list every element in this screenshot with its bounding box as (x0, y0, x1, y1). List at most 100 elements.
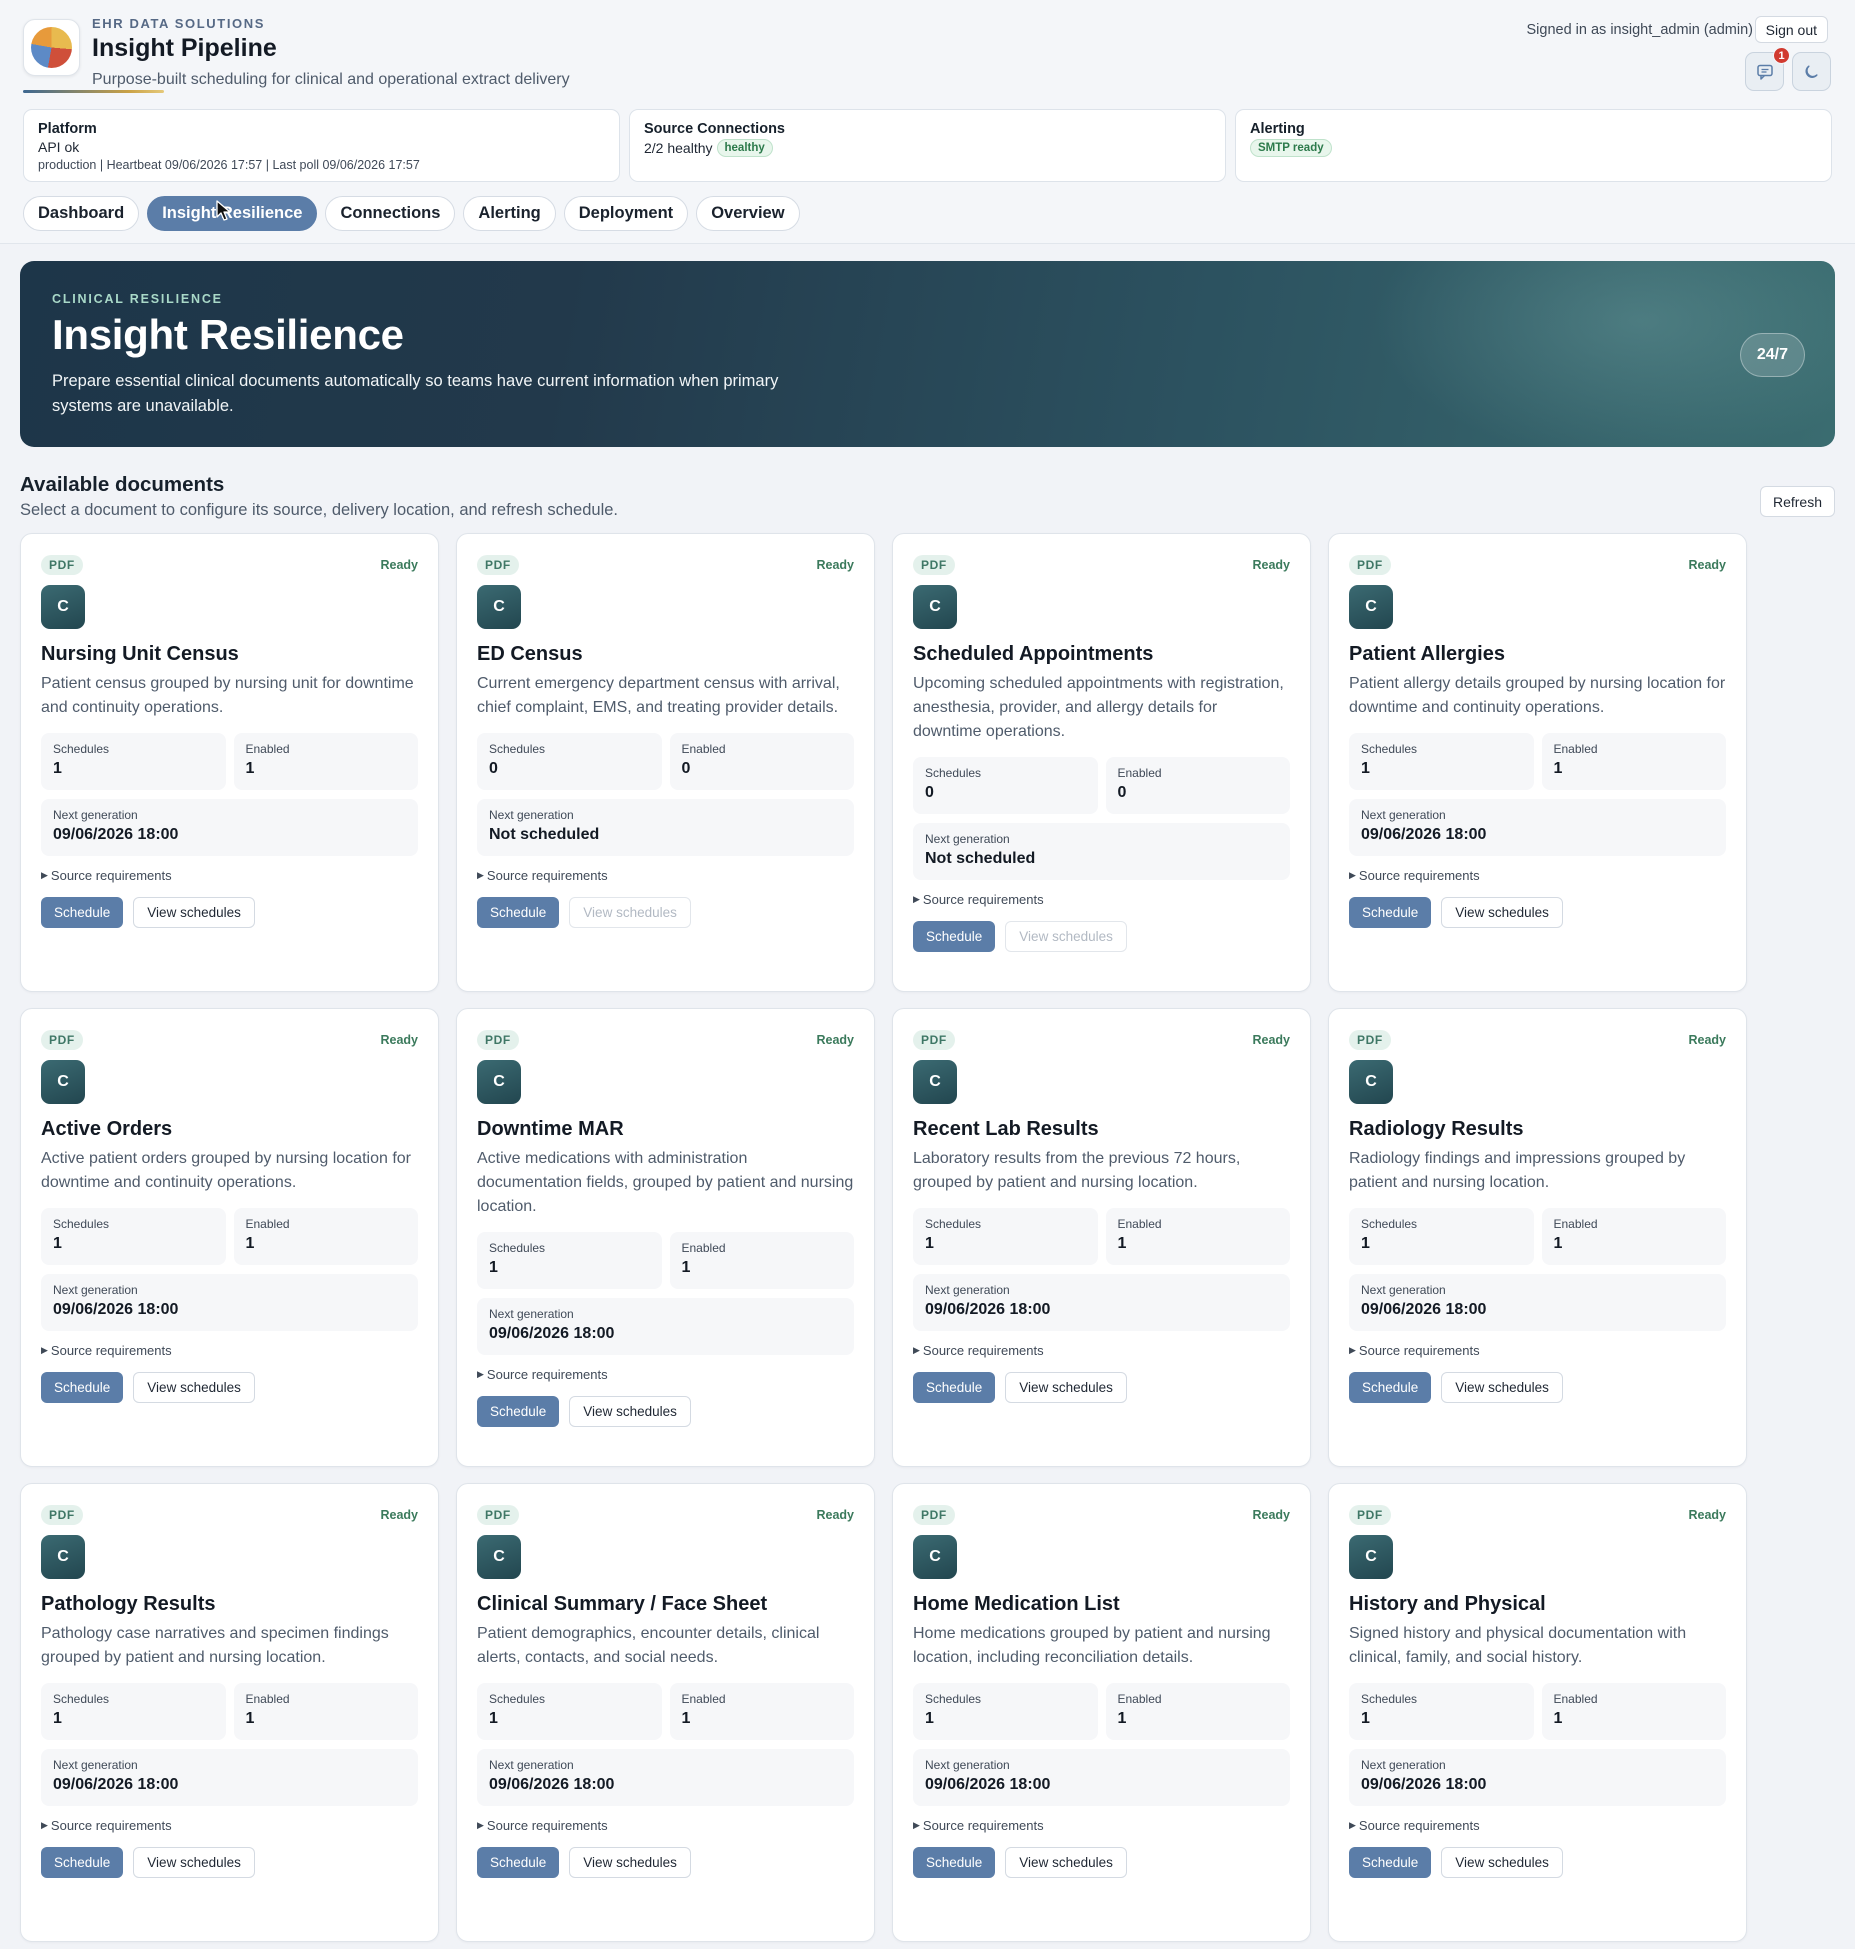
card-header: PDF Ready (477, 1504, 854, 1526)
view-schedules-button[interactable]: View schedules (569, 1396, 691, 1427)
status-label: Ready (816, 1033, 854, 1047)
schedule-button[interactable]: Schedule (41, 1847, 124, 1878)
schedule-button[interactable]: Schedule (1349, 1372, 1432, 1403)
source-requirements-label: Source requirements (50, 868, 172, 883)
document-description: Active patient orders grouped by nursing… (41, 1150, 411, 1191)
view-schedules-button[interactable]: View schedules (133, 1372, 255, 1403)
schedules-value: 1 (53, 1710, 62, 1727)
sign-out-button[interactable]: Sign out (1754, 16, 1828, 43)
source-requirements-toggle[interactable]: ▶ Source requirements (477, 868, 854, 883)
source-requirements-toggle[interactable]: ▶ Source requirements (913, 1343, 1290, 1358)
schedule-button[interactable]: Schedule (477, 1847, 560, 1878)
enabled-metric: Enabled 1 (233, 1208, 418, 1265)
enabled-label: Enabled (681, 1692, 726, 1706)
source-requirements-label: Source requirements (922, 1343, 1044, 1358)
source-requirements-toggle[interactable]: ▶ Source requirements (913, 1818, 1290, 1833)
document-avatar: C (1349, 585, 1393, 629)
status-label: Ready (1688, 1033, 1726, 1047)
source-requirements-label: Source requirements (922, 892, 1044, 907)
document-title: History and Physical (1349, 1593, 1546, 1615)
view-schedules-button[interactable]: View schedules (1441, 1372, 1563, 1403)
view-schedules-button[interactable]: View schedules (1005, 1372, 1127, 1403)
view-schedules-button[interactable]: View schedules (569, 897, 691, 928)
disclosure-triangle-icon: ▶ (1349, 1820, 1356, 1830)
enabled-metric: Enabled 1 (1541, 1683, 1726, 1740)
source-connections-count: 2/2 healthy (644, 140, 713, 156)
theme-toggle-button[interactable] (1792, 52, 1831, 91)
alerting-line: SMTP ready (1250, 139, 1817, 157)
schedules-metric: Schedules 1 (41, 1683, 226, 1740)
schedule-button[interactable]: Schedule (1349, 1847, 1432, 1878)
document-title: Clinical Summary / Face Sheet (477, 1593, 768, 1615)
source-connections-title: Source Connections (644, 121, 785, 137)
disclosure-triangle-icon: ▶ (41, 1345, 48, 1355)
schedules-metric: Schedules 1 (1349, 1683, 1534, 1740)
tab-overview[interactable]: Overview (696, 196, 800, 231)
enabled-label: Enabled (1117, 1692, 1162, 1706)
schedule-button[interactable]: Schedule (913, 1372, 996, 1403)
view-schedules-button[interactable]: View schedules (1441, 897, 1563, 928)
source-requirements-toggle[interactable]: ▶ Source requirements (41, 868, 418, 883)
schedule-button[interactable]: Schedule (41, 897, 124, 928)
schedule-button[interactable]: Schedule (477, 897, 560, 928)
view-schedules-button[interactable]: View schedules (133, 897, 255, 928)
schedules-label: Schedules (1361, 1692, 1418, 1706)
format-badge: PDF (913, 1505, 955, 1525)
schedules-label: Schedules (53, 1217, 110, 1231)
hero-kicker: CLINICAL RESILIENCE (52, 292, 223, 306)
next-generation-value: 09/06/2026 18:00 (53, 826, 179, 843)
platform-api-status: API ok (38, 139, 80, 155)
next-generation-value: 09/06/2026 18:00 (53, 1301, 179, 1318)
next-generation-box: Next generation 09/06/2026 18:00 (41, 799, 418, 856)
format-badge: PDF (477, 1505, 519, 1525)
tab-alerting[interactable]: Alerting (463, 196, 556, 231)
enabled-label: Enabled (1553, 742, 1598, 756)
source-requirements-toggle[interactable]: ▶ Source requirements (41, 1818, 418, 1833)
disclosure-triangle-icon: ▶ (913, 1345, 920, 1355)
next-generation-box: Next generation Not scheduled (913, 823, 1290, 880)
schedules-metric: Schedules 1 (477, 1683, 662, 1740)
metrics-row: Schedules 0 Enabled 0 (477, 733, 854, 790)
source-requirements-toggle[interactable]: ▶ Source requirements (1349, 868, 1726, 883)
source-requirements-toggle[interactable]: ▶ Source requirements (477, 1818, 854, 1833)
next-generation-value: Not scheduled (925, 850, 1036, 867)
card-actions: Schedule View schedules (913, 1372, 1290, 1403)
document-card: PDF Ready C Pathology Results Pathology … (20, 1483, 439, 1942)
next-generation-box: Next generation 09/06/2026 18:00 (41, 1749, 418, 1806)
disclosure-triangle-icon: ▶ (913, 1820, 920, 1830)
document-avatar: C (1349, 1535, 1393, 1579)
document-title: Recent Lab Results (913, 1118, 1099, 1140)
view-schedules-button[interactable]: View schedules (569, 1847, 691, 1878)
view-schedules-button[interactable]: View schedules (1441, 1847, 1563, 1878)
source-requirements-label: Source requirements (50, 1343, 172, 1358)
schedule-button[interactable]: Schedule (913, 921, 996, 952)
schedule-button[interactable]: Schedule (913, 1847, 996, 1878)
source-requirements-toggle[interactable]: ▶ Source requirements (913, 892, 1290, 907)
view-schedules-button[interactable]: View schedules (133, 1847, 255, 1878)
next-generation-label: Next generation (925, 832, 1010, 846)
schedule-button[interactable]: Schedule (477, 1396, 560, 1427)
source-requirements-toggle[interactable]: ▶ Source requirements (1349, 1818, 1726, 1833)
tab-dashboard[interactable]: Dashboard (23, 196, 140, 231)
next-generation-label: Next generation (1361, 808, 1446, 822)
source-requirements-toggle[interactable]: ▶ Source requirements (1349, 1343, 1726, 1358)
source-requirements-toggle[interactable]: ▶ Source requirements (41, 1343, 418, 1358)
source-requirements-label: Source requirements (1358, 1818, 1480, 1833)
enabled-label: Enabled (1553, 1217, 1598, 1231)
source-requirements-toggle[interactable]: ▶ Source requirements (477, 1367, 854, 1382)
enabled-label: Enabled (681, 1241, 726, 1255)
view-schedules-button[interactable]: View schedules (1005, 921, 1127, 952)
tab-deployment[interactable]: Deployment (563, 196, 689, 231)
source-requirements-label: Source requirements (50, 1818, 172, 1833)
source-requirements-label: Source requirements (486, 1818, 608, 1833)
pie-chart-logo (23, 19, 80, 76)
tab-connections[interactable]: Connections (325, 196, 456, 231)
enabled-label: Enabled (1117, 766, 1162, 780)
section-title: Available documents (20, 473, 225, 496)
enabled-metric: Enabled 1 (233, 1683, 418, 1740)
view-schedules-button[interactable]: View schedules (1005, 1847, 1127, 1878)
refresh-button[interactable]: Refresh (1759, 486, 1835, 517)
schedule-button[interactable]: Schedule (1349, 897, 1432, 928)
document-title: Scheduled Appointments (913, 643, 1154, 665)
schedule-button[interactable]: Schedule (41, 1372, 124, 1403)
